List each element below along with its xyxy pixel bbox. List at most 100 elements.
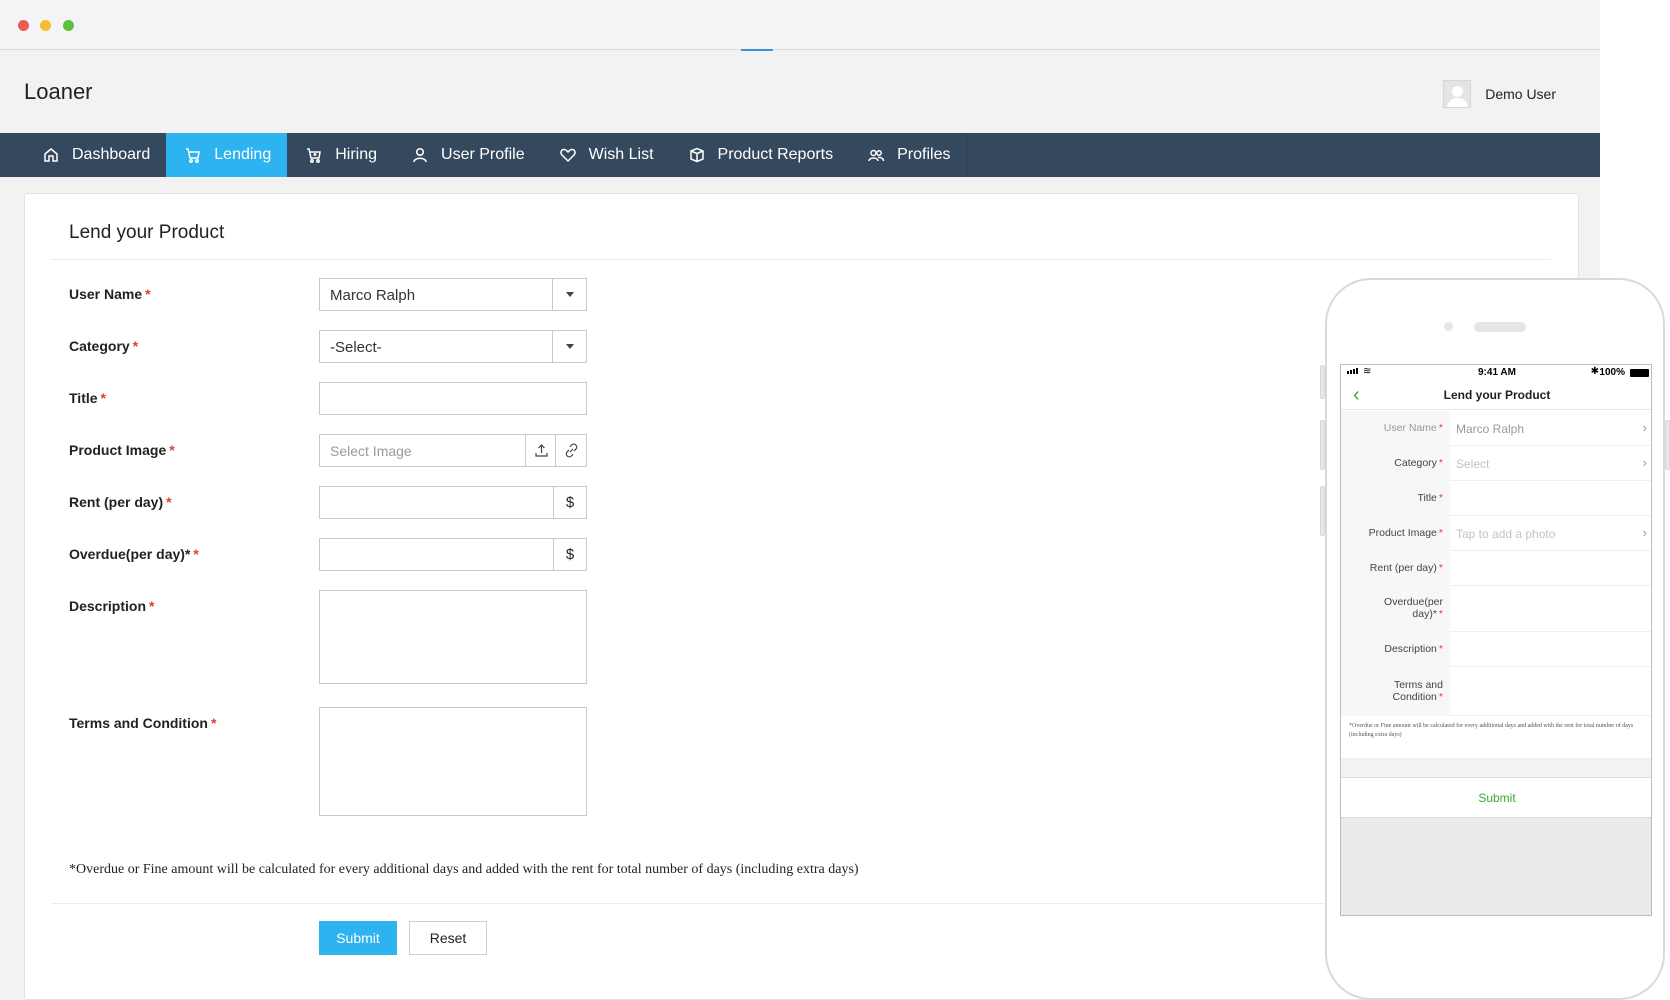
mobile-label: Title xyxy=(1417,492,1437,504)
phone-side-button xyxy=(1665,420,1670,470)
nav-label: Wish List xyxy=(588,146,654,163)
chevron-right-icon: › xyxy=(1642,525,1647,540)
mobile-row-user-name[interactable]: User Name * Marco Ralph › xyxy=(1341,411,1651,446)
terms-label: Terms and Condition * xyxy=(69,715,217,731)
mobile-product-image-placeholder: Tap to add a photo xyxy=(1456,527,1556,541)
phone-side-button xyxy=(1320,486,1325,536)
mobile-label: Terms and xyxy=(1393,679,1443,691)
category-label: Category * xyxy=(69,338,139,354)
product-image-placeholder: Select Image xyxy=(330,443,412,459)
chevron-down-icon xyxy=(566,344,574,349)
mobile-label: Overdue(per xyxy=(1384,596,1443,608)
user-menu[interactable]: Demo User xyxy=(1443,80,1556,108)
battery-percent: 100% xyxy=(1599,367,1625,378)
mobile-row-rent[interactable]: Rent (per day) * xyxy=(1341,551,1651,586)
nav-item-lending[interactable]: Lending xyxy=(166,133,288,177)
avatar xyxy=(1443,80,1472,108)
nav-label: Product Reports xyxy=(717,146,834,163)
mobile-row-description[interactable]: Description * xyxy=(1341,632,1651,667)
nav-label: Dashboard xyxy=(72,146,151,163)
overdue-footnote: *Overdue or Fine amount will be calculat… xyxy=(69,862,859,877)
close-window-button[interactable] xyxy=(18,20,29,31)
link-button[interactable] xyxy=(555,435,586,466)
nav-item-wish-list[interactable]: Wish List xyxy=(541,133,670,177)
nav-item-dashboard[interactable]: Dashboard xyxy=(0,133,166,177)
bluetooth-icon: ✱ xyxy=(1590,366,1599,377)
user-icon xyxy=(413,147,427,163)
app-title: Loaner xyxy=(24,79,93,104)
phone-side-button xyxy=(1320,365,1325,399)
upload-icon xyxy=(534,444,548,457)
nav-divider xyxy=(966,133,968,177)
phone-mockup: ≋ 9:41 AM ✱ 100% ‹ Lend your Product Use… xyxy=(1320,278,1670,1000)
mobile-submit-button[interactable]: Submit xyxy=(1341,778,1651,818)
nav-item-profiles[interactable]: Profiles xyxy=(849,133,966,177)
nav-label: Lending xyxy=(214,146,272,163)
nav-item-product-reports[interactable]: Product Reports xyxy=(670,133,850,177)
currency-addon: $ xyxy=(553,539,586,570)
rent-label: Rent (per day) * xyxy=(69,494,172,510)
mobile-row-category[interactable]: Category * Select › xyxy=(1341,446,1651,481)
users-icon xyxy=(868,149,885,162)
app-header: Loaner Demo User xyxy=(0,51,1600,133)
maximize-window-button[interactable] xyxy=(63,20,74,31)
user-name-value: Marco Ralph xyxy=(330,287,416,304)
chevron-down-icon xyxy=(566,292,574,297)
mobile-label: Category xyxy=(1394,457,1437,469)
mobile-spacer xyxy=(1341,758,1651,778)
reset-button[interactable]: Reset xyxy=(409,921,487,955)
mobile-row-terms[interactable]: Terms and Condition * xyxy=(1341,667,1651,716)
mobile-label: Product Image xyxy=(1368,527,1437,539)
product-image-input[interactable]: Select Image xyxy=(319,434,587,467)
box-icon xyxy=(689,147,704,163)
window-titlebar xyxy=(0,0,1600,51)
dropdown-toggle[interactable] xyxy=(552,331,586,362)
nav-label: Profiles xyxy=(897,146,951,163)
terms-textarea[interactable] xyxy=(319,707,587,816)
page-title: Lend your Product xyxy=(69,222,225,243)
submit-button[interactable]: Submit xyxy=(319,921,397,955)
main-nav: Dashboard Lending Hiring User Profile Wi… xyxy=(0,133,1600,177)
user-name-select[interactable]: Marco Ralph xyxy=(319,278,587,311)
title-label: Title * xyxy=(69,390,106,406)
status-bar: ≋ 9:41 AM ✱ 100% xyxy=(1341,365,1651,380)
title-input[interactable] xyxy=(319,382,587,415)
mobile-category-placeholder: Select xyxy=(1456,457,1490,471)
mobile-label: Rent (per day) xyxy=(1369,562,1437,574)
currency-addon: $ xyxy=(553,487,586,518)
user-name-label: User Name * xyxy=(69,286,151,302)
cart-icon xyxy=(186,148,201,163)
description-label: Description * xyxy=(69,598,155,614)
phone-camera xyxy=(1444,322,1453,331)
mobile-empty-area xyxy=(1341,818,1651,915)
phone-speaker xyxy=(1474,322,1526,332)
home-icon xyxy=(44,148,58,162)
mobile-label: Condition xyxy=(1392,691,1437,703)
chevron-right-icon: › xyxy=(1642,420,1647,435)
nav-item-user-profile[interactable]: User Profile xyxy=(393,133,541,177)
minimize-window-button[interactable] xyxy=(40,20,51,31)
overdue-label: Overdue(per day)* * xyxy=(69,546,199,562)
rent-input[interactable]: $ xyxy=(319,486,587,519)
mobile-row-product-image[interactable]: Product Image * Tap to add a photo › xyxy=(1341,516,1651,551)
divider xyxy=(51,259,1551,260)
heart-icon xyxy=(559,148,576,163)
chevron-right-icon: › xyxy=(1642,455,1647,470)
mobile-label: day)* xyxy=(1412,608,1437,620)
dropdown-toggle[interactable] xyxy=(552,279,586,310)
mobile-label: Description xyxy=(1384,643,1437,655)
mobile-row-title[interactable]: Title * xyxy=(1341,481,1651,516)
mobile-user-name-value: Marco Ralph xyxy=(1456,422,1525,436)
mobile-page-title: Lend your Product xyxy=(1443,388,1551,402)
cart-plus-icon xyxy=(307,148,322,163)
product-image-label: Product Image * xyxy=(69,442,175,458)
mobile-row-overdue[interactable]: Overdue(per day)* * xyxy=(1341,586,1651,632)
description-textarea[interactable] xyxy=(319,590,587,684)
phone-screen: ≋ 9:41 AM ✱ 100% ‹ Lend your Product Use… xyxy=(1340,364,1652,916)
mobile-header: ‹ Lend your Product xyxy=(1341,380,1651,410)
category-select[interactable]: -Select- xyxy=(319,330,587,363)
battery-icon xyxy=(1630,369,1649,377)
upload-button[interactable] xyxy=(525,435,556,466)
overdue-input[interactable]: $ xyxy=(319,538,587,571)
nav-item-hiring[interactable]: Hiring xyxy=(287,133,393,177)
